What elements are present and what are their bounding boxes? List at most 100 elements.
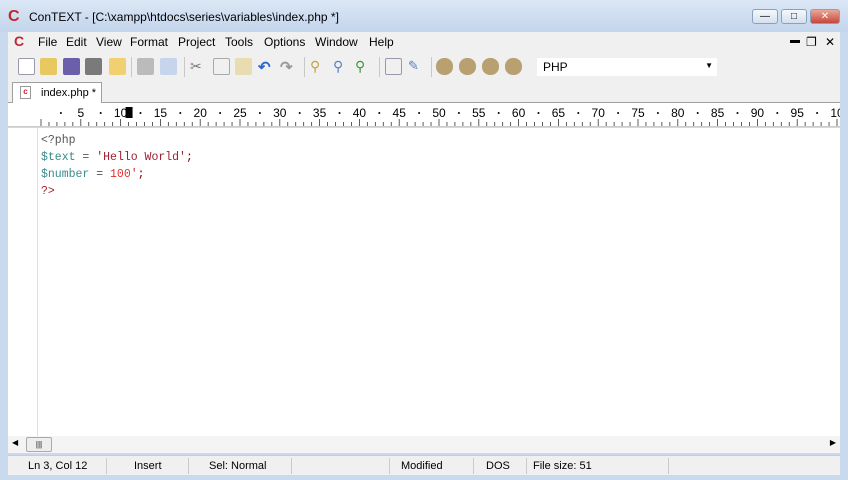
language-select[interactable]: PHP ▼ xyxy=(536,57,718,77)
ruler-dot xyxy=(776,112,779,114)
open-file-icon[interactable] xyxy=(40,58,57,75)
tab-label: index.php * xyxy=(41,87,97,99)
doc-minimize-button[interactable]: ▬ xyxy=(790,35,800,46)
menu-tools[interactable]: Tools xyxy=(225,35,253,49)
ruler-dot xyxy=(537,112,540,114)
ruler-label: 80 xyxy=(671,106,685,120)
find-icon[interactable]: ⚲ xyxy=(310,58,327,75)
save-icon[interactable] xyxy=(63,58,80,75)
scroll-right-icon[interactable]: ▶ xyxy=(830,438,836,447)
code-text[interactable]: <?php $text = 'Hello World'; $number = 100… xyxy=(41,132,193,200)
ruler-label: 5 xyxy=(77,106,84,120)
menu-bar: C File Edit View Format Project Tools Op… xyxy=(8,32,840,52)
ruler-label: 60 xyxy=(512,106,526,120)
find-next-icon[interactable]: ⚲ xyxy=(333,58,350,75)
menu-window[interactable]: Window xyxy=(315,35,358,49)
ruler-dot xyxy=(497,112,500,114)
code-line-4: ?> xyxy=(41,185,55,198)
user-command-4-icon[interactable] xyxy=(505,58,522,75)
maximize-button[interactable]: □ xyxy=(781,9,807,24)
modified-status: Modified xyxy=(401,460,443,472)
ruler-label: 55 xyxy=(472,106,486,120)
toolbar: ✂ ↶ ↷ ⚲ ⚲ ⚲ ✎ PHP ▼ xyxy=(8,52,840,82)
ruler-dot xyxy=(99,112,102,114)
ruler-cursor-marker xyxy=(125,107,133,118)
code-line-1: <?php xyxy=(41,134,76,147)
ruler-dot xyxy=(298,112,301,114)
php-file-icon: c xyxy=(20,86,31,99)
ruler-dot xyxy=(219,112,222,114)
ruler-label: 95 xyxy=(791,106,805,120)
insert-mode: Insert xyxy=(134,460,162,472)
menu-project[interactable]: Project xyxy=(178,35,215,49)
ruler-label: 10 xyxy=(114,106,128,120)
print-icon[interactable] xyxy=(137,58,154,75)
ruler-dot xyxy=(816,112,819,114)
menu-view[interactable]: View xyxy=(96,35,122,49)
gutter xyxy=(8,128,38,436)
doc-close-button[interactable]: ✕ xyxy=(825,35,835,49)
ruler-dot xyxy=(258,112,261,114)
ruler-label: 25 xyxy=(233,106,247,120)
window-title: ConTEXT - [C:\xampp\htdocs\series\variab… xyxy=(29,10,339,24)
ruler-label: 45 xyxy=(393,106,407,120)
cut-icon[interactable]: ✂ xyxy=(190,58,207,75)
replace-icon[interactable]: ⚲ xyxy=(355,58,372,75)
ruler-label: 90 xyxy=(751,106,765,120)
menu-help[interactable]: Help xyxy=(369,35,394,49)
save-all-icon[interactable] xyxy=(85,58,102,75)
line-ending: DOS xyxy=(486,460,510,472)
status-bar: Ln 3, Col 12 Insert Sel: Normal Modified… xyxy=(8,455,840,475)
menu-format[interactable]: Format xyxy=(130,35,168,49)
code-editor[interactable]: <?php $text = 'Hello World'; $number = 100… xyxy=(8,128,840,436)
minimize-button[interactable]: — xyxy=(752,9,778,24)
code-line-2: $text = 'Hello World'; xyxy=(41,151,193,164)
ruler-dot xyxy=(457,112,460,114)
ruler-label: 35 xyxy=(313,106,327,120)
ruler-dot xyxy=(338,112,341,114)
cursor-position: Ln 3, Col 12 xyxy=(28,460,88,472)
ruler-label: 15 xyxy=(154,106,168,120)
new-file-icon[interactable] xyxy=(18,58,35,75)
ruler-dot xyxy=(418,112,421,114)
title-bar: C ConTEXT - [C:\xampp\htdocs\series\vari… xyxy=(0,0,848,32)
menu-file[interactable]: File xyxy=(38,35,57,49)
undo-icon[interactable]: ↶ xyxy=(258,58,275,76)
ruler-label: 75 xyxy=(631,106,645,120)
ruler-label: 85 xyxy=(711,106,725,120)
horizontal-scrollbar[interactable]: ◀ ||| ▶ xyxy=(8,436,840,453)
ruler-label: 50 xyxy=(432,106,446,120)
paste-icon[interactable] xyxy=(235,58,252,75)
scrollbar-thumb[interactable]: ||| xyxy=(26,437,52,452)
new-folder-icon[interactable] xyxy=(109,58,126,75)
redo-icon[interactable]: ↷ xyxy=(280,58,297,76)
user-command-1-icon[interactable] xyxy=(436,58,453,75)
chevron-down-icon: ▼ xyxy=(705,61,713,70)
file-size: File size: 51 xyxy=(533,460,592,472)
user-command-2-icon[interactable] xyxy=(459,58,476,75)
ruler-dot xyxy=(696,112,699,114)
ruler-dot xyxy=(656,112,659,114)
ruler-dot xyxy=(617,112,620,114)
close-button[interactable]: ✕ xyxy=(810,9,840,24)
ruler-dot xyxy=(59,112,62,114)
tab-bar: c index.php * xyxy=(8,82,840,103)
copy-icon[interactable] xyxy=(213,58,230,75)
user-command-3-icon[interactable] xyxy=(482,58,499,75)
ruler-dot xyxy=(179,112,182,114)
ruler-ticks: 5 10 15 20 25 30 35 40 45 50 55 60 65 70 75 80 85 90 95 10 xyxy=(40,106,844,126)
ruler-dot xyxy=(736,112,739,114)
ruler: 5 10 15 20 25 30 35 40 45 50 55 60 65 70 75 80 85 90 95 10 xyxy=(8,103,844,127)
menu-edit[interactable]: Edit xyxy=(66,35,87,49)
tab-index-php[interactable]: c index.php * xyxy=(12,82,102,103)
ruler-dot xyxy=(577,112,580,114)
doc-restore-button[interactable]: ❐ xyxy=(806,35,817,49)
code-line-3: $number = 100'; xyxy=(41,168,145,181)
ruler-label: 40 xyxy=(353,106,367,120)
tool-icon[interactable]: ✎ xyxy=(408,58,425,75)
format-icon[interactable] xyxy=(385,58,402,75)
print-preview-icon[interactable] xyxy=(160,58,177,75)
scroll-left-icon[interactable]: ◀ xyxy=(12,438,18,447)
doc-icon[interactable]: C xyxy=(14,33,24,49)
menu-options[interactable]: Options xyxy=(264,35,305,49)
